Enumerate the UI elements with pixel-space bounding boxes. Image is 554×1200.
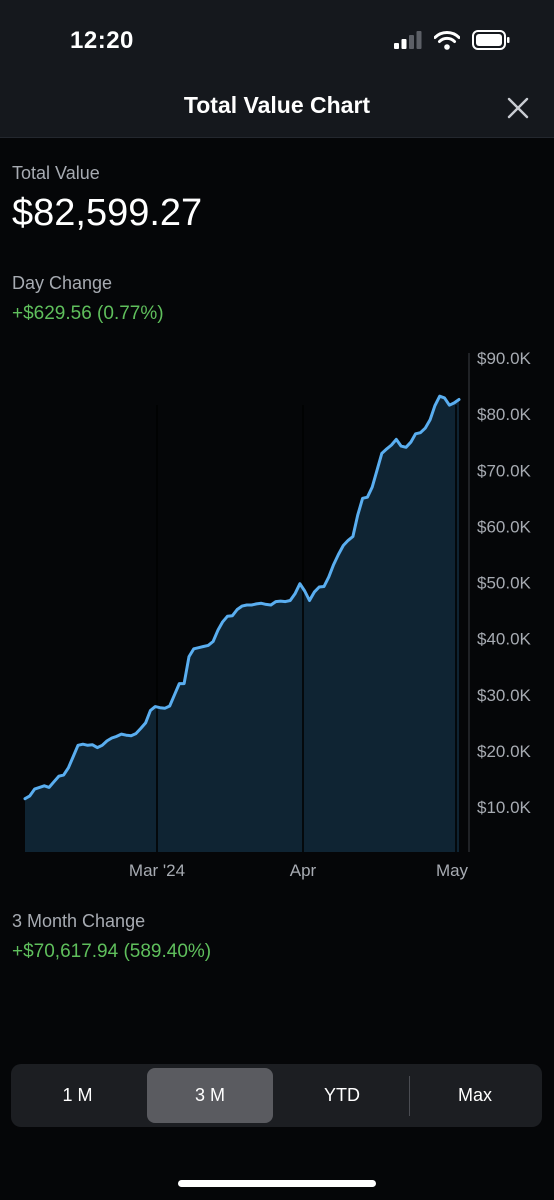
- range-option-1m[interactable]: 1 M: [15, 1068, 140, 1123]
- home-indicator: [178, 1180, 376, 1187]
- day-change-label: Day Change: [12, 273, 113, 293]
- y-tick-label: $70.0K: [477, 461, 532, 480]
- day-change-value: +$629.56 (0.77%): [12, 303, 164, 324]
- wifi-icon: [434, 30, 460, 50]
- page-title: Total Value Chart: [183, 92, 371, 118]
- x-tick-label: May: [436, 861, 469, 880]
- nav-bar: Total Value Chart: [0, 80, 554, 138]
- total-value-label: Total Value: [12, 163, 100, 183]
- y-tick-label: $10.0K: [477, 798, 532, 817]
- y-tick-label: $90.0K: [477, 349, 532, 368]
- chart-area-fill: [25, 396, 459, 852]
- y-tick-label: $30.0K: [477, 686, 532, 705]
- close-button[interactable]: [504, 94, 532, 122]
- range-option-3m[interactable]: 3 M: [147, 1068, 273, 1123]
- total-value: $82,599.27: [12, 192, 203, 234]
- range-selector: 1 M 3 M YTD Max: [11, 1064, 542, 1127]
- period-change-label: 3 Month Change: [12, 911, 146, 931]
- x-tick-label: Mar '24: [129, 861, 185, 880]
- value-chart[interactable]: $90.0K $80.0K $70.0K $60.0K $50.0K $40.0K $30.…: [0, 345, 554, 885]
- status-icons: [394, 30, 510, 50]
- y-tick-label: $60.0K: [477, 517, 532, 536]
- y-tick-label: $20.0K: [477, 742, 532, 761]
- status-time: 12:20: [70, 27, 134, 54]
- range-option-ytd[interactable]: YTD: [278, 1068, 406, 1123]
- close-icon: [507, 97, 529, 119]
- battery-icon: [472, 30, 510, 50]
- cellular-signal-icon: [394, 31, 422, 49]
- x-tick-label: Apr: [290, 861, 317, 880]
- status-bar: 12:20: [0, 0, 554, 80]
- range-option-max[interactable]: Max: [412, 1068, 538, 1123]
- y-tick-label: $50.0K: [477, 574, 532, 593]
- period-change-value: +$70,617.94 (589.40%): [12, 941, 212, 962]
- y-tick-label: $80.0K: [477, 405, 532, 424]
- range-divider: [409, 1076, 410, 1116]
- y-tick-label: $40.0K: [477, 630, 532, 649]
